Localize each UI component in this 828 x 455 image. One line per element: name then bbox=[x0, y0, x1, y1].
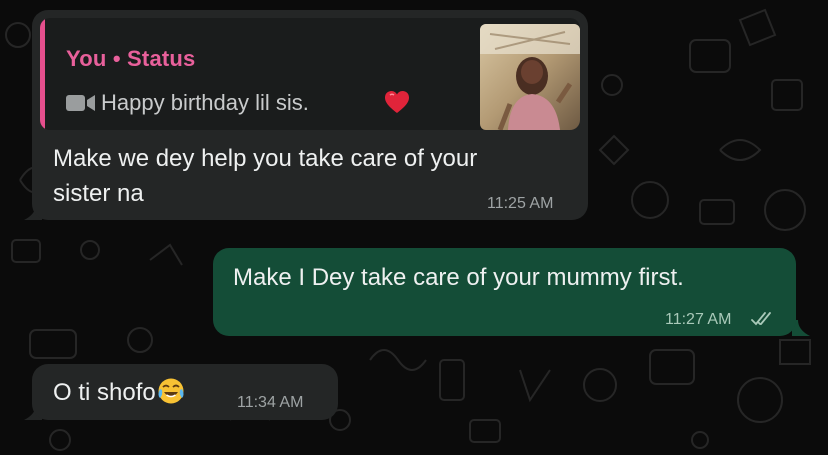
quote-accent-bar bbox=[40, 18, 45, 130]
message-text-line: O ti shofo bbox=[53, 379, 156, 406]
face-with-tears-of-joy-icon bbox=[158, 378, 184, 404]
message-text-line: Make we dey help you take care of your bbox=[53, 145, 478, 172]
message-text: O ti shofo bbox=[53, 375, 185, 410]
message-text-line: sister na bbox=[53, 180, 144, 207]
message-timestamp: 11:25 AM bbox=[487, 195, 554, 212]
quote-author: You • Status bbox=[66, 46, 196, 71]
red-heart-icon bbox=[385, 91, 409, 113]
status-reply-quote[interactable]: You • Status Happy birthday lil sis. bbox=[40, 18, 580, 130]
video-camera-icon bbox=[66, 95, 95, 111]
message-text-line: Make I Dey take care of your mummy first… bbox=[233, 264, 684, 291]
message-bubble-incoming[interactable]: O ti shofo 11:34 AM bbox=[32, 364, 338, 420]
message-timestamp: 11:34 AM bbox=[237, 394, 304, 411]
status-thumbnail bbox=[480, 24, 580, 130]
message-bubble-incoming[interactable]: You • Status Happy birthday lil sis. Mak… bbox=[32, 10, 588, 220]
double-check-read-icon bbox=[751, 312, 771, 326]
message-timestamp: 11:27 AM bbox=[665, 311, 732, 328]
quote-text: Happy birthday lil sis. bbox=[101, 90, 309, 115]
message-bubble-outgoing[interactable]: Make I Dey take care of your mummy first… bbox=[213, 248, 796, 336]
